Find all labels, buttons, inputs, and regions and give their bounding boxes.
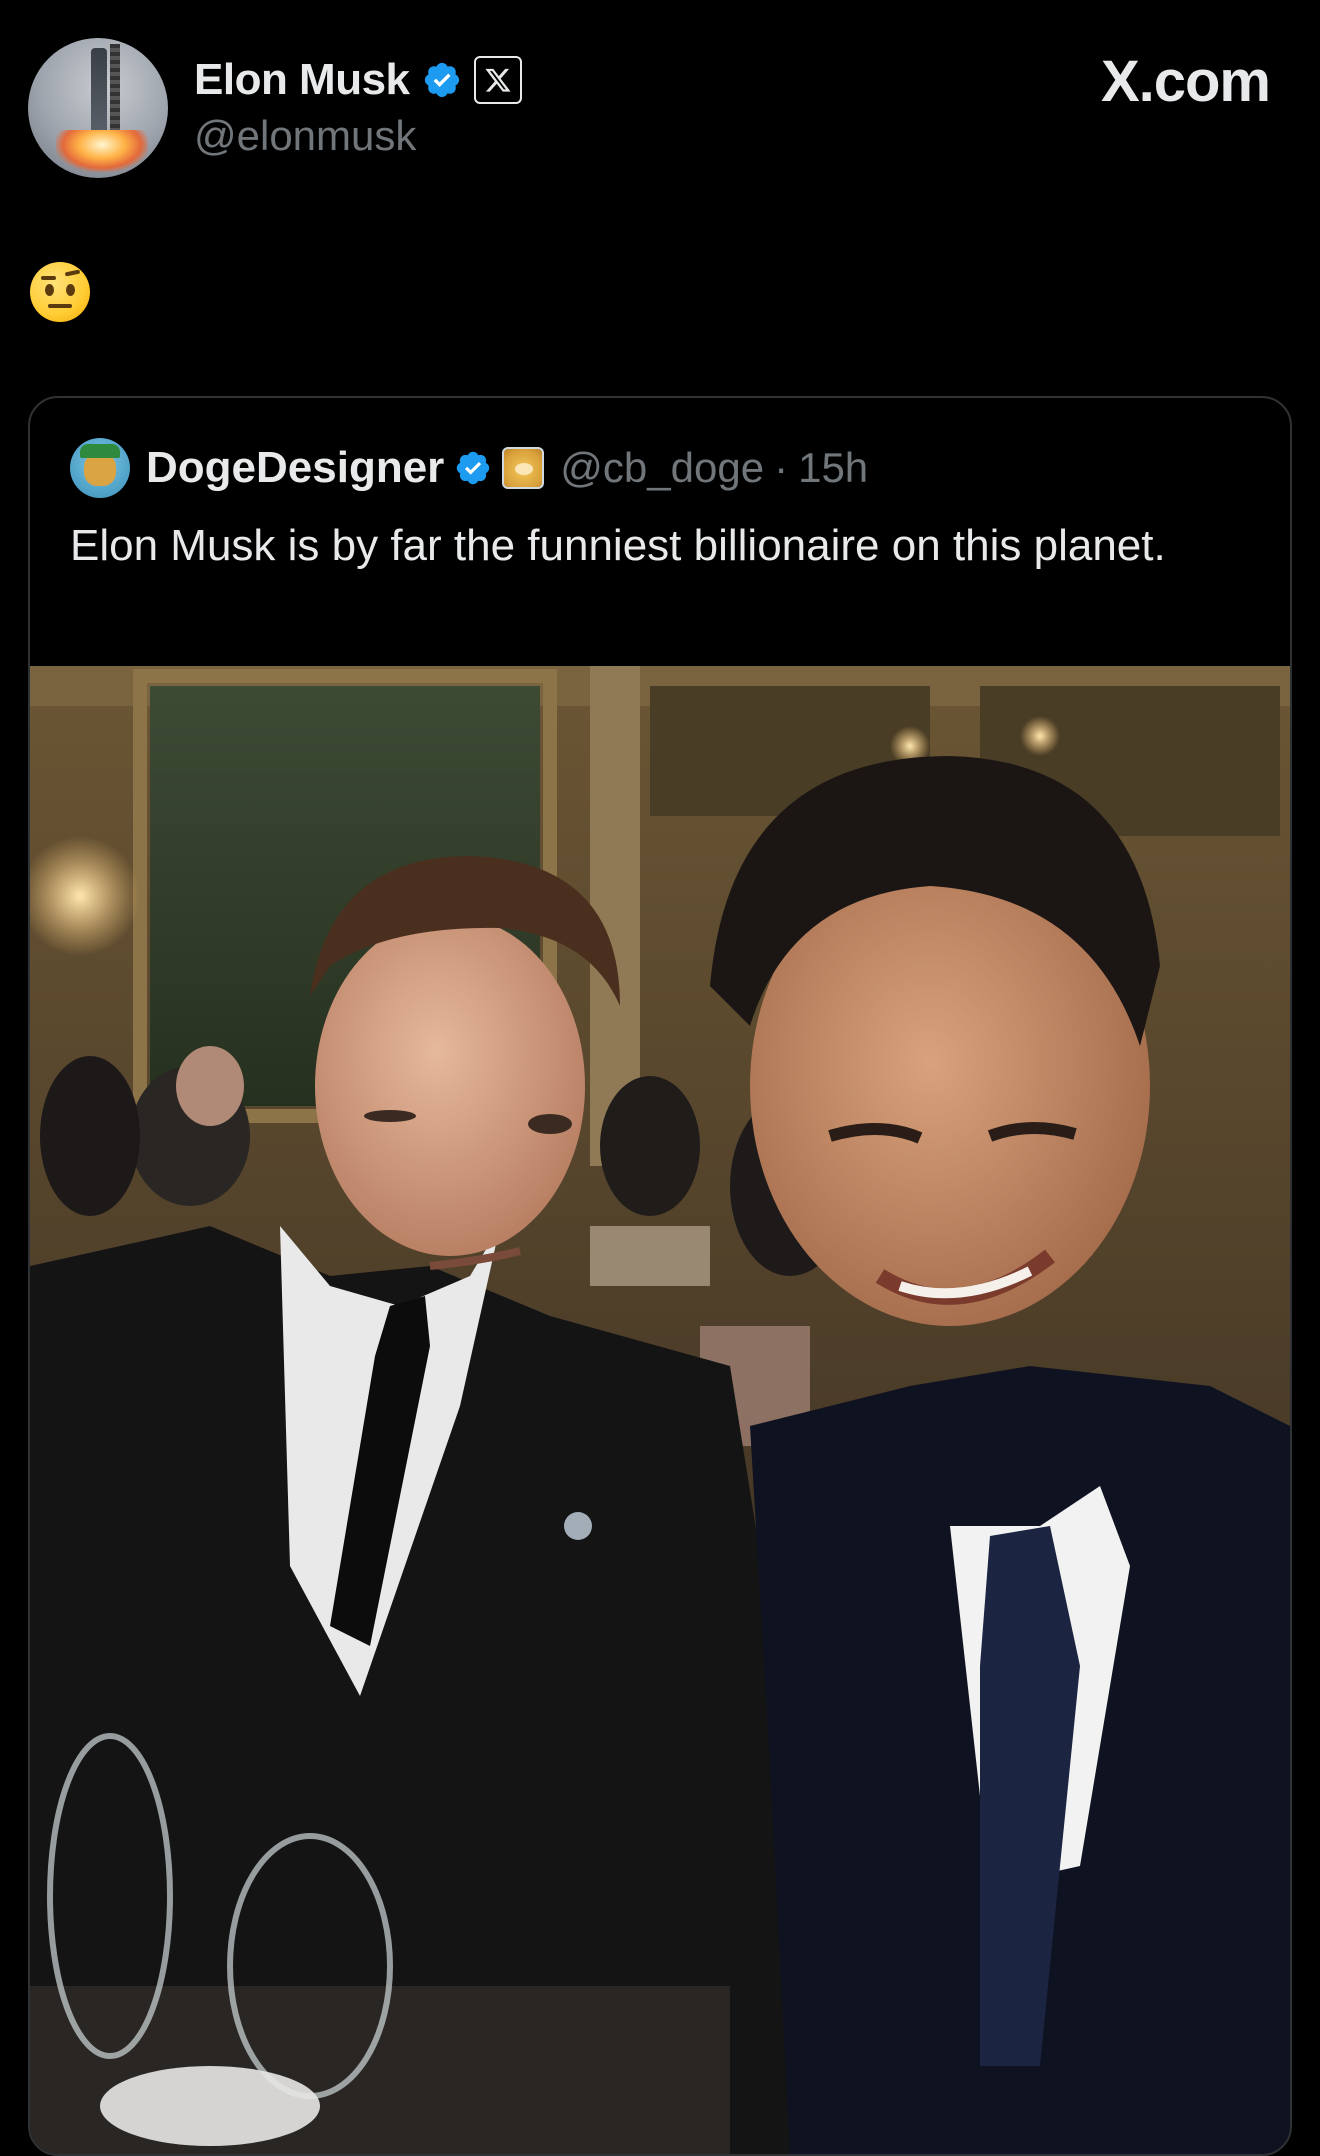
quoted-author-handle[interactable]: @cb_doge — [560, 444, 764, 492]
x-logo-icon — [484, 68, 511, 92]
face-with-raised-eyebrow-emoji-icon — [30, 262, 90, 322]
verified-badge-icon — [424, 62, 459, 98]
quoted-author-name[interactable]: DogeDesigner — [146, 443, 444, 493]
quoted-post-text: Elon Musk is by far the funniest billion… — [70, 521, 1166, 570]
quoted-author-avatar[interactable] — [70, 438, 130, 498]
launch-tower-shape — [110, 44, 120, 140]
author-name[interactable]: Elon Musk — [194, 55, 410, 105]
x-affiliate-badge-icon — [473, 56, 522, 104]
quoted-post-time[interactable]: 15h — [798, 444, 868, 492]
author-handle[interactable]: @elonmusk — [194, 112, 416, 160]
author-avatar[interactable] — [28, 38, 168, 178]
doge-affiliate-badge-icon — [502, 447, 545, 489]
meta-separator: · — [774, 444, 789, 491]
dinner-selfie-photo-icon — [30, 666, 1290, 2154]
quoted-post-photo[interactable] — [30, 666, 1290, 2154]
verified-badge-icon — [457, 451, 490, 485]
rocket-fire-shape — [56, 130, 148, 172]
x-com-brand: X.com — [1100, 49, 1271, 114]
quoted-post-header: DogeDesigner @cb_doge · 15h — [70, 438, 868, 498]
rocket-shape — [91, 48, 107, 136]
quoted-post-card[interactable]: DogeDesigner @cb_doge · 15h Elon Musk is… — [28, 396, 1292, 2156]
post-header: Elon Musk @elonmusk X.com — [0, 0, 1320, 200]
author-name-row: Elon Musk — [194, 50, 522, 110]
